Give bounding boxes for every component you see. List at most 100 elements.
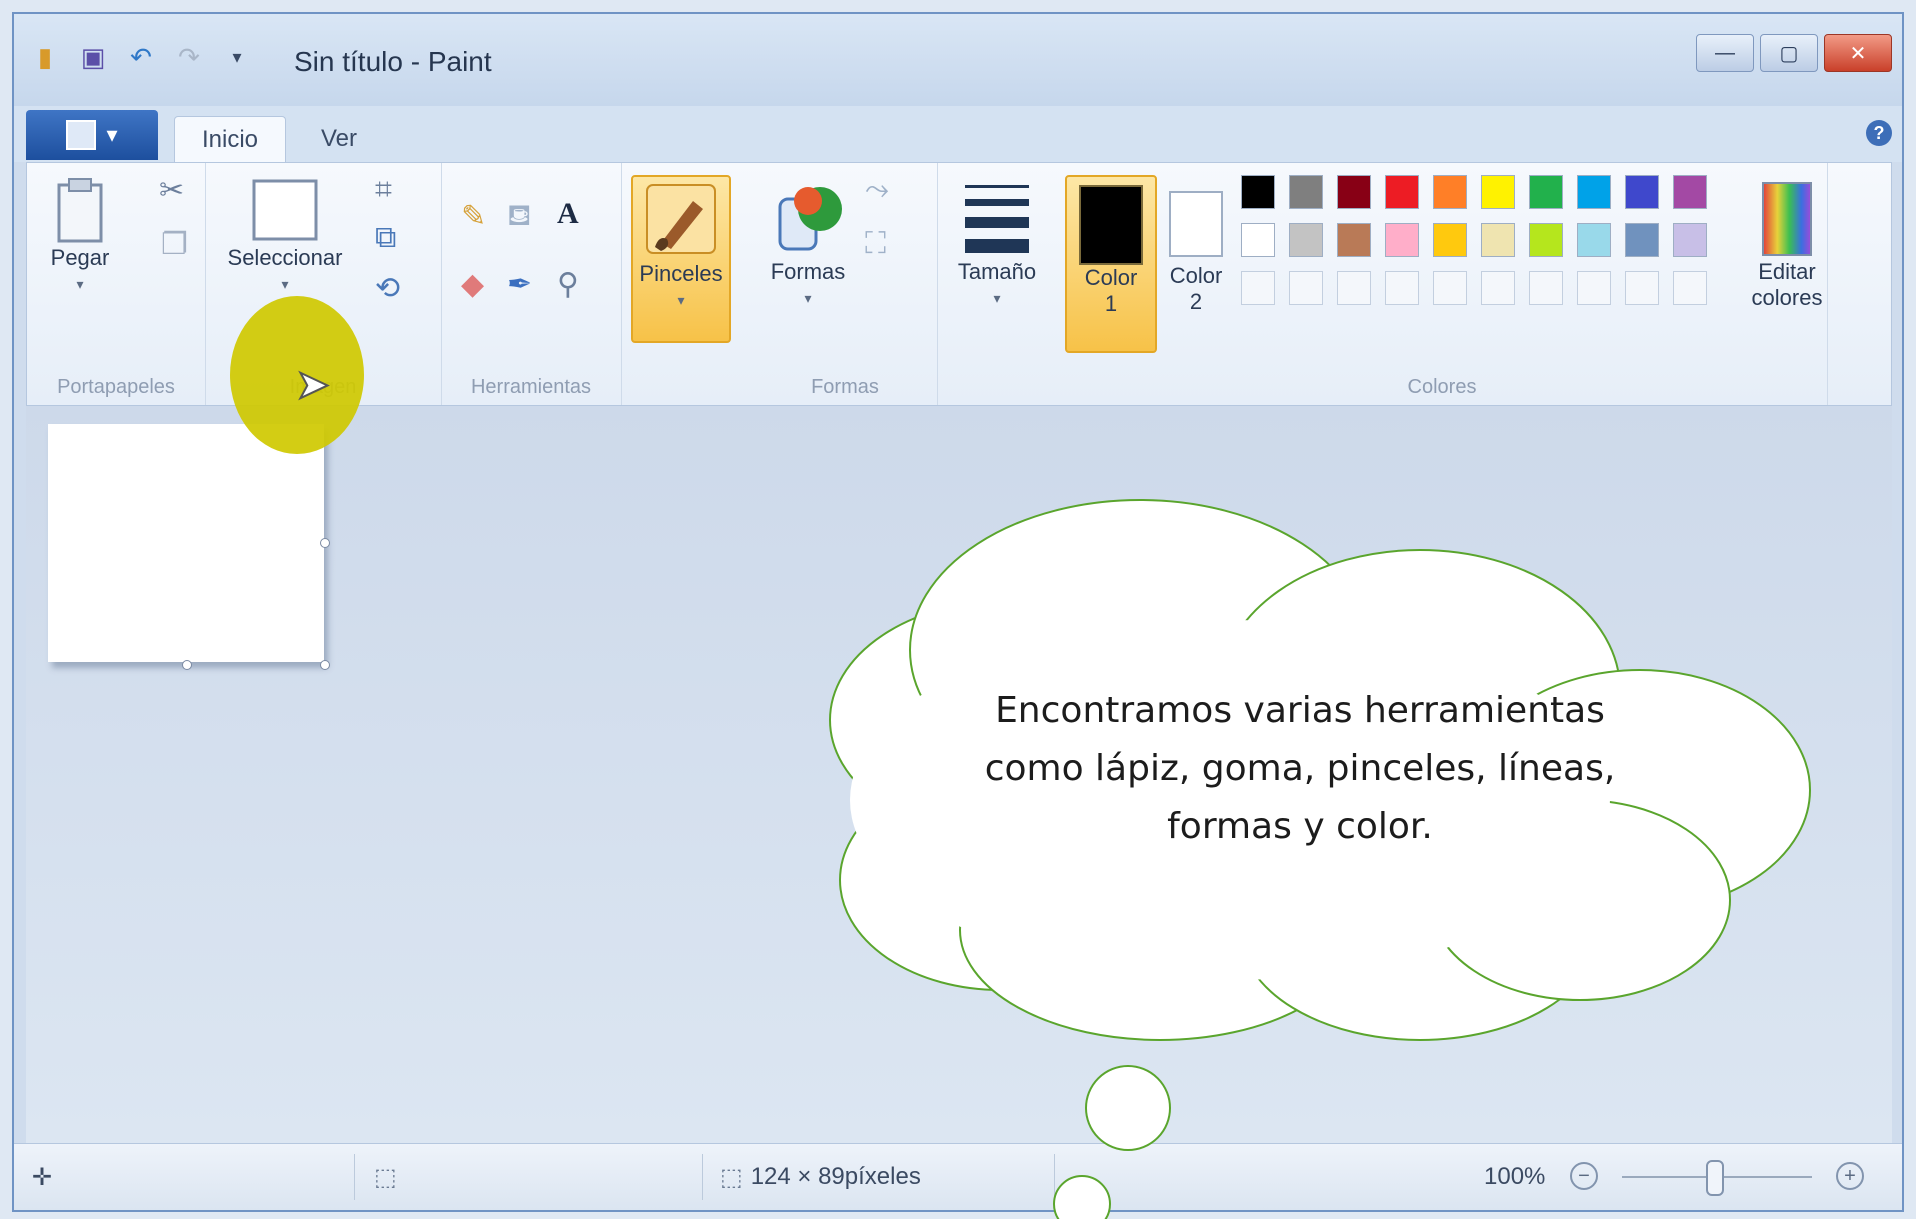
color-swatch[interactable] (1289, 223, 1323, 257)
edit-colors-label-1: Editar (1758, 259, 1816, 284)
chevron-down-icon: ▾ (993, 290, 1001, 306)
color-swatch[interactable] (1577, 223, 1611, 257)
size-button[interactable]: Tamaño ▾ (947, 175, 1047, 311)
paste-label: Pegar (50, 245, 110, 270)
zoom-out-button[interactable]: − (1570, 1162, 1598, 1190)
maximize-button[interactable]: ▢ (1760, 34, 1818, 72)
magnifier-icon[interactable]: ⚲ (557, 267, 579, 302)
custom-color-slot[interactable] (1577, 271, 1611, 305)
color-swatch[interactable] (1673, 175, 1707, 209)
color-spectrum-icon (1762, 182, 1812, 256)
status-bar: ✛ ⬚ ⬚ 124 × 89píxeles 100% − + (14, 1143, 1902, 1210)
tools-group-label: Herramientas (470, 376, 592, 398)
color-swatch[interactable] (1241, 175, 1275, 209)
color2-label: Color (1169, 263, 1223, 288)
cut-icon[interactable]: ✂ (159, 173, 184, 208)
color-swatch[interactable] (1337, 175, 1371, 209)
custom-color-slot[interactable] (1289, 271, 1323, 305)
color-swatch[interactable] (1625, 175, 1659, 209)
shapes-label: Formas (770, 259, 846, 284)
shapes-group-label: Formas (811, 376, 879, 398)
color-swatch[interactable] (1241, 223, 1275, 257)
select-rectangle-icon (252, 179, 318, 241)
close-button[interactable]: ✕ (1824, 34, 1892, 72)
color-swatch[interactable] (1577, 175, 1611, 209)
custom-color-slot[interactable] (1433, 271, 1467, 305)
color-swatch[interactable] (1673, 223, 1707, 257)
help-icon[interactable]: ? (1866, 120, 1892, 146)
pencil-icon[interactable]: ✎ (461, 199, 486, 234)
fill-icon[interactable]: ⛶ (865, 227, 886, 261)
status-separator (702, 1154, 703, 1200)
resize-handle-bottom[interactable] (182, 660, 192, 670)
color-swatch[interactable] (1433, 223, 1467, 257)
color-swatch[interactable] (1625, 223, 1659, 257)
redo-icon[interactable]: ↷ (172, 40, 206, 74)
color-swatch[interactable] (1289, 175, 1323, 209)
size-group: Tamaño ▾ (937, 163, 1057, 405)
color2-button[interactable]: Color 2 (1161, 175, 1231, 315)
color-swatch[interactable] (1481, 175, 1515, 209)
copy-icon[interactable]: ❐ (161, 227, 188, 262)
customize-qat-icon[interactable]: ▾ (220, 40, 254, 74)
tab-ver[interactable]: Ver (304, 116, 374, 162)
zoom-level: 100% (1484, 1163, 1546, 1190)
select-button[interactable]: Seleccionar ▾ (215, 175, 355, 297)
custom-color-slot[interactable] (1385, 271, 1419, 305)
custom-color-slot[interactable] (1625, 271, 1659, 305)
undo-icon[interactable]: ↶ (124, 40, 158, 74)
chevron-down-icon: ▾ (804, 290, 812, 306)
eraser-icon[interactable]: ◆ (461, 267, 484, 302)
color2-number: 2 (1189, 289, 1203, 314)
color-swatch[interactable] (1433, 175, 1467, 209)
text-tool-icon[interactable]: A (557, 197, 579, 231)
zoom-in-button[interactable]: + (1836, 1162, 1864, 1190)
color1-label: Color (1084, 265, 1138, 290)
resize-handle-right[interactable] (320, 538, 330, 548)
edit-colors-button[interactable]: Editar colores (1747, 175, 1827, 311)
color-swatch[interactable] (1385, 175, 1419, 209)
paint-app-icon[interactable]: ▮ (28, 40, 62, 74)
color-picker-icon[interactable]: ✒ (507, 267, 532, 302)
image-dimensions: 124 × 89píxeles (750, 1163, 921, 1190)
status-separator (354, 1154, 355, 1200)
size-label: Tamaño (957, 259, 1037, 284)
resize-handle-corner[interactable] (320, 660, 330, 670)
document-icon (66, 120, 97, 150)
shapes-icon (778, 187, 842, 251)
custom-color-slot[interactable] (1529, 271, 1563, 305)
custom-color-slot[interactable] (1673, 271, 1707, 305)
color-swatch[interactable] (1529, 223, 1563, 257)
quick-access-toolbar: ▮ ▣ ↶ ↷ ▾ (28, 40, 254, 74)
brush-icon (646, 184, 716, 254)
color-swatch[interactable] (1481, 223, 1515, 257)
fill-bucket-icon[interactable]: ⛾ (507, 199, 532, 237)
chevron-down-icon: ▾ (106, 122, 118, 147)
drawing-canvas[interactable] (48, 424, 324, 662)
custom-color-slot[interactable] (1481, 271, 1515, 305)
color-swatch[interactable] (1337, 223, 1371, 257)
mouse-pointer-icon: ➤ (295, 362, 330, 408)
paste-button[interactable]: Pegar ▾ (45, 175, 115, 297)
shapes-button[interactable]: Formas ▾ (763, 175, 853, 311)
selection-size-icon: ⬚ (374, 1163, 397, 1191)
app-menu-button[interactable]: ▾ (26, 110, 158, 160)
minimize-button[interactable]: — (1696, 34, 1754, 72)
color1-button[interactable]: Color 1 (1065, 175, 1157, 353)
color2-swatch (1169, 191, 1223, 257)
custom-color-slot[interactable] (1337, 271, 1371, 305)
zoom-slider-thumb[interactable] (1706, 1160, 1724, 1196)
color-swatch[interactable] (1529, 175, 1563, 209)
colors-group-label: Colores (1407, 376, 1477, 398)
resize-icon[interactable]: ⧉ (375, 221, 396, 255)
save-icon[interactable]: ▣ (76, 40, 110, 74)
tab-inicio[interactable]: Inicio (174, 116, 286, 163)
brushes-button[interactable]: Pinceles ▾ (631, 175, 731, 343)
outline-icon[interactable]: ⤳ (865, 173, 889, 207)
color-swatch[interactable] (1385, 223, 1419, 257)
custom-color-slot[interactable] (1241, 271, 1275, 305)
crop-icon[interactable]: ⌗ (375, 173, 392, 207)
rotate-icon[interactable]: ⟲ (375, 271, 400, 306)
clipboard-group: Pegar ▾ ✂ ❐ Portapapeles (27, 163, 206, 405)
window-title: Sin título - Paint (294, 46, 492, 77)
